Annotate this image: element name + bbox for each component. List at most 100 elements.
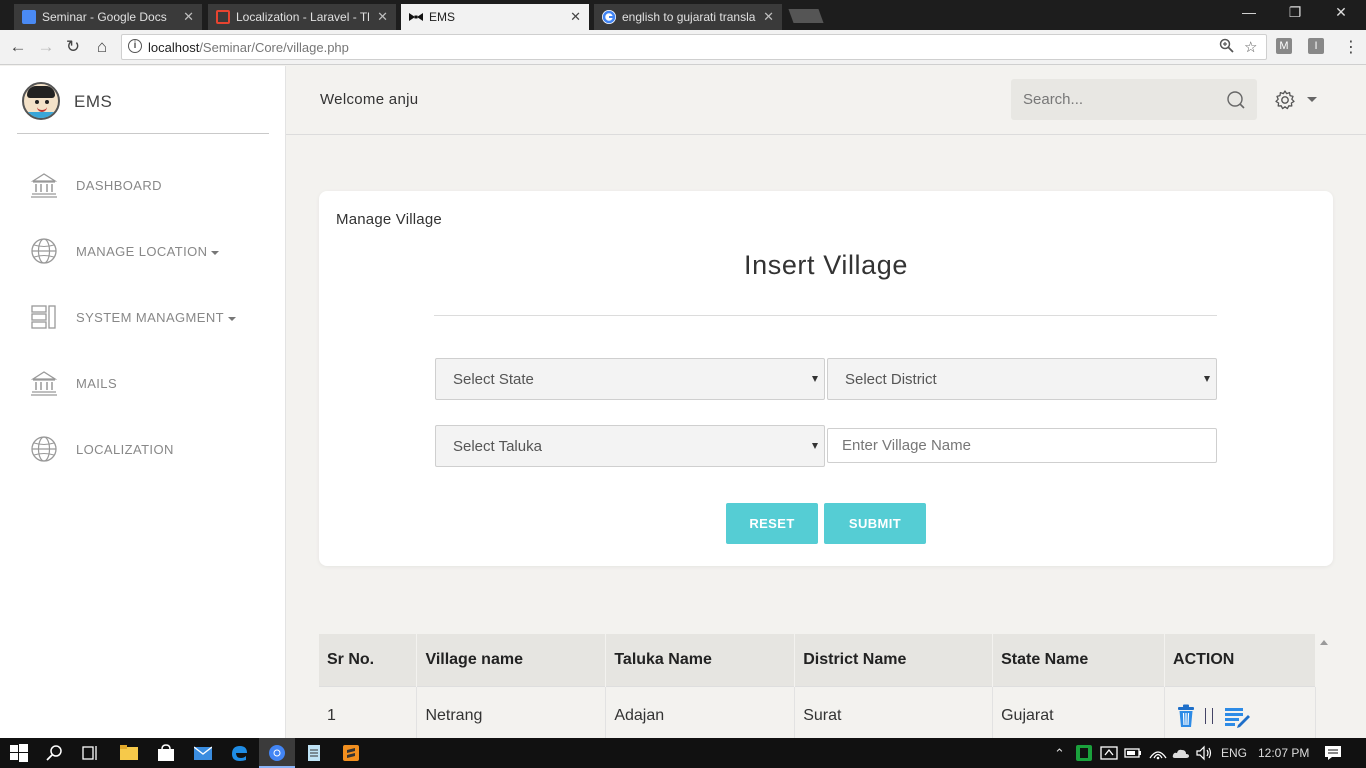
cell-sr-no: 1 (319, 685, 418, 746)
close-window-button[interactable]: ✕ (1318, 4, 1364, 21)
district-select[interactable]: Select District (827, 358, 1217, 400)
sidebar-item-system-managment[interactable]: SYSTEM MANAGMENT (0, 297, 285, 337)
input-language[interactable]: ENG (1221, 746, 1247, 760)
browser-tab-google-translate[interactable]: english to gujarati transla ✕ (594, 4, 782, 30)
star-icon[interactable]: ☆ (1244, 38, 1257, 56)
bank-icon (30, 173, 58, 198)
village-table: Sr No. Village name Taluka Name District… (319, 634, 1316, 746)
edge-icon[interactable] (230, 744, 248, 762)
system-clock[interactable]: 12:07 PM (1258, 746, 1309, 760)
extension-i-icon[interactable]: I (1308, 38, 1324, 54)
volume-icon[interactable] (1195, 744, 1213, 762)
chrome-icon[interactable] (268, 744, 286, 762)
sidebar-item-label: MAILS (76, 376, 118, 391)
sidebar-item-label: LOCALIZATION (76, 442, 174, 457)
browser-tab-google-docs[interactable]: Seminar - Google Docs ✕ (14, 4, 202, 30)
search-icon[interactable] (1226, 90, 1246, 110)
submit-button[interactable]: SUBMIT (824, 503, 926, 544)
back-button[interactable]: ← (7, 37, 29, 57)
security-app-icon[interactable] (1075, 744, 1093, 762)
browser-menu-icon[interactable]: ⋮ (1343, 37, 1359, 57)
home-button[interactable]: ⌂ (91, 37, 113, 57)
close-icon[interactable]: ✕ (377, 9, 388, 25)
avatar (22, 82, 60, 120)
district-select-value: Select District (845, 371, 937, 388)
tab-title: EMS (429, 10, 456, 24)
card-title: Manage Village (336, 211, 442, 228)
cell-district-name: Surat (794, 685, 994, 746)
sidebar-item-manage-location[interactable]: MANAGE LOCATION (0, 231, 285, 271)
google-icon (602, 10, 616, 24)
village-name-input[interactable] (828, 429, 1216, 462)
reload-button[interactable]: ↻ (62, 37, 84, 57)
browser-tab-ems[interactable]: EMS ✕ (401, 4, 589, 30)
taluka-select[interactable]: Select Taluka (435, 425, 825, 467)
sidebar-item-text: MANAGE LOCATION (76, 244, 208, 259)
url-path: /Seminar/Core/village.php (199, 40, 349, 55)
tab-title: english to gujarati transla (622, 10, 756, 24)
address-bar[interactable]: i localhost/Seminar/Core/village.php ☆ (121, 34, 1267, 60)
onedrive-icon[interactable] (1172, 744, 1190, 762)
search-box (1011, 79, 1257, 120)
battery-icon[interactable] (1124, 744, 1142, 762)
sidebar-item-localization[interactable]: LOCALIZATION (0, 429, 285, 469)
search-input[interactable] (1011, 79, 1211, 120)
windows-start-icon[interactable] (10, 744, 28, 762)
url-text: localhost/Seminar/Core/village.php (148, 40, 349, 55)
trash-icon[interactable] (1177, 704, 1195, 728)
tab-title: Localization - Laravel - Tl (236, 10, 370, 24)
browser-tab-laravel[interactable]: Localization - Laravel - Tl ✕ (208, 4, 396, 30)
task-view-icon[interactable] (81, 744, 99, 762)
gear-icon[interactable] (1274, 89, 1296, 111)
show-hidden-icons-icon[interactable]: ⌃ (1054, 746, 1065, 762)
action-center-icon[interactable] (1324, 744, 1342, 762)
new-tab-button[interactable] (788, 9, 824, 23)
minimize-button[interactable]: — (1226, 4, 1272, 20)
mail-icon[interactable] (194, 744, 212, 762)
close-icon[interactable]: ✕ (570, 9, 581, 25)
restore-button[interactable]: ❐ (1272, 4, 1318, 21)
docs-icon (22, 10, 36, 24)
notepad-icon[interactable] (305, 744, 323, 762)
column-header-taluka-name: Taluka Name (605, 634, 796, 686)
search-icon[interactable] (46, 744, 64, 762)
sidebar-item-label: MANAGE LOCATION (76, 244, 220, 259)
column-header-village-name: Village name (416, 634, 607, 686)
welcome-text: Welcome anju (320, 91, 419, 108)
reset-button[interactable]: RESET (726, 503, 818, 544)
sidebar-item-mails[interactable]: MAILS (0, 363, 285, 403)
wifi-icon[interactable] (1149, 744, 1167, 762)
zoom-icon[interactable] (1219, 38, 1234, 57)
taluka-select-value: Select Taluka (453, 438, 542, 455)
cell-state-name: Gujarat (992, 685, 1166, 746)
table-header-row: Sr No. Village name Taluka Name District… (319, 634, 1316, 686)
windows-taskbar: ⌃ ENG 12:07 PM (0, 738, 1366, 768)
column-header-action: ACTION (1164, 634, 1316, 686)
browser-toolbar: ← → ↻ ⌂ i localhost/Seminar/Core/village… (0, 30, 1366, 65)
scroll-up-arrow[interactable] (1320, 640, 1328, 645)
globe-icon (31, 238, 57, 264)
network-app-icon[interactable] (1100, 744, 1118, 762)
column-header-state-name: State Name (992, 634, 1166, 686)
file-explorer-icon[interactable] (120, 744, 138, 762)
info-icon[interactable]: i (128, 39, 142, 53)
state-select[interactable]: Select State (435, 358, 825, 400)
close-icon[interactable]: ✕ (763, 9, 774, 25)
dropdown-arrow-icon (1204, 376, 1210, 382)
url-host: localhost (148, 40, 200, 55)
insert-village-card: Manage Village Insert Village Select Sta… (319, 191, 1333, 566)
close-icon[interactable]: ✕ (183, 9, 194, 25)
sidebar-item-dashboard[interactable]: DASHBOARD (0, 165, 285, 205)
action-separator (1205, 708, 1214, 725)
sidebar-item-label: DASHBOARD (76, 178, 162, 193)
sublime-text-icon[interactable] (342, 744, 360, 762)
dropdown-arrow-icon (812, 443, 818, 449)
extension-m-icon[interactable]: M (1276, 38, 1292, 54)
sidebar: EMS DASHBOARD MANAGE LOCATION SYSTEM MAN… (0, 66, 286, 738)
settings-dropdown-icon[interactable] (1307, 97, 1317, 102)
edit-icon[interactable] (1224, 704, 1250, 729)
forward-button[interactable]: → (35, 37, 57, 57)
store-icon[interactable] (157, 744, 175, 762)
table-row: 1 Netrang Adajan Surat Gujarat (319, 685, 1316, 746)
server-icon (31, 305, 56, 329)
